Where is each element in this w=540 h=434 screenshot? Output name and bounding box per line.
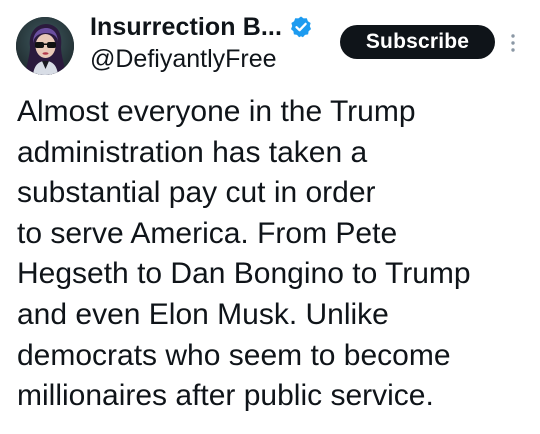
author-block: Insurrection B... @DefiyantlyFree <box>90 9 313 74</box>
tweet-text-line: to serve America. From Pete <box>17 216 398 250</box>
more-vertical-icon[interactable] <box>507 28 519 58</box>
tweet-text-line: democrats who seem to become <box>17 338 451 372</box>
tweet-text: Almost everyone in the Trump administrat… <box>17 92 532 417</box>
avatar[interactable] <box>16 17 74 75</box>
tweet-card: Insurrection B... @DefiyantlyFree Subscr… <box>0 0 540 434</box>
tweet-text-line: millionaires after public service. <box>17 379 434 413</box>
name-row: Insurrection B... <box>90 9 313 45</box>
verified-badge-icon <box>289 15 313 39</box>
profile-avatar-icon <box>16 17 74 75</box>
tweet-text-line: and even Elon Musk. Unlike <box>17 297 389 331</box>
tweet-text-line: substantial pay cut in order <box>17 176 376 210</box>
subscribe-button[interactable]: Subscribe <box>340 25 495 59</box>
author-handle[interactable]: @DefiyantlyFree <box>90 45 313 74</box>
tweet-text-line: administration has taken a <box>17 135 368 169</box>
display-name[interactable]: Insurrection B... <box>90 13 282 42</box>
tweet-text-line: Hegseth to Dan Bongino to Trump <box>17 257 471 291</box>
tweet-text-line: Almost everyone in the Trump <box>17 95 416 128</box>
